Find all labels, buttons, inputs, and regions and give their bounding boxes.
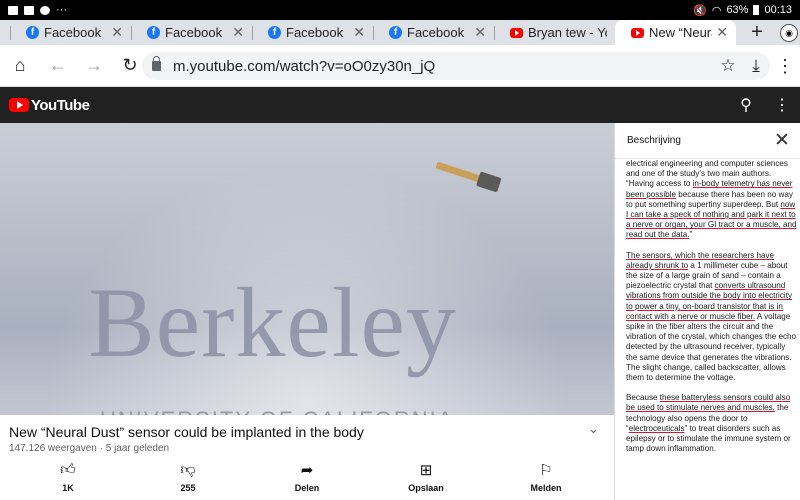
video-overlay-uc: UNIVERSITY OF CALIFORNIA [100, 407, 454, 415]
arrow-left-icon: ← [49, 55, 67, 75]
home-button[interactable]: ⌂ [2, 48, 38, 84]
browser-tab-1[interactable]: f Facebook ✕ [10, 20, 131, 45]
clock: 00:13 [764, 4, 792, 16]
browser-toolbar: ⌂ ← → ↻ m.youtube.com/watch?v=oO0zy30n_j… [0, 45, 800, 87]
mute-icon: 🔇 [693, 4, 707, 17]
battery-icon [753, 5, 760, 15]
reload-icon: ↻ [122, 55, 138, 75]
like-count: 1K [62, 483, 74, 493]
close-icon[interactable]: ✕ [764, 129, 800, 152]
description-heading: Beschrijving [627, 135, 681, 146]
video-title[interactable]: New “Neural Dust” sensor could be implan… [9, 424, 364, 440]
youtube-header: YouTube ⚲ ⋮ [0, 87, 800, 123]
home-icon: ⌂ [14, 55, 26, 75]
description-header: Beschrijving ✕ [615, 123, 800, 159]
thumbs-up-icon: 👍︎ [60, 461, 76, 478]
dislike-button[interactable]: 👎︎ 255 [148, 460, 228, 493]
close-tab-icon[interactable]: ✕ [474, 24, 486, 41]
browser-tab-3[interactable]: f Facebook ✕ [252, 20, 373, 45]
wifi-icon: ◠ [711, 4, 722, 17]
download-icon[interactable]: ⤓ [742, 56, 770, 76]
facebook-icon: f [147, 26, 160, 39]
browser-tab-4[interactable]: f Facebook ✕ [373, 20, 494, 45]
youtube-wordmark: YouTube [31, 96, 90, 114]
youtube-icon [510, 27, 523, 38]
description-text: electrical engineering and computer scie… [626, 159, 798, 464]
text-span: electroceuticals [628, 423, 685, 433]
video-meta: 147.126 weergaven · 5 jaar geleden [9, 443, 170, 454]
youtube-icon [631, 27, 644, 38]
star-icon[interactable]: ☆ [714, 56, 742, 76]
browser-tab-2[interactable]: f Facebook ✕ [131, 20, 252, 45]
save-label: Opslaan [408, 483, 444, 493]
video-info: New “Neural Dust” sensor could be implan… [0, 415, 614, 500]
url-text[interactable]: m.youtube.com/watch?v=oO0zy30n_jQ [173, 58, 714, 75]
share-icon: ➦ [300, 462, 314, 479]
description-paragraph: electrical engineering and computer scie… [626, 159, 798, 241]
tab-title: Facebook [44, 25, 102, 40]
search-icon[interactable]: ⚲ [728, 87, 764, 123]
address-bar[interactable]: m.youtube.com/watch?v=oO0zy30n_jQ ☆ ⤓ [142, 52, 770, 80]
battery-percent: 63% [726, 4, 749, 16]
tab-strip: f Facebook ✕ f Facebook ✕ f Facebook ✕ f… [0, 20, 800, 45]
report-label: Melden [530, 483, 562, 493]
dislike-count: 255 [180, 483, 196, 493]
browser-tab-active[interactable]: New “Neural D ✕ [615, 20, 736, 45]
arrow-right-icon: → [85, 55, 103, 75]
video-overlay-berkeley: Berkeley [88, 267, 457, 378]
save-button[interactable]: ⊞ Opslaan [386, 460, 466, 493]
share-label: Delen [294, 483, 320, 493]
menu-button[interactable]: ⋮ [770, 48, 800, 84]
description-paragraph: The sensors, which the researchers have … [626, 251, 798, 384]
close-tab-icon[interactable]: ✕ [111, 24, 123, 41]
kebab-menu-icon: ⋮ [776, 55, 794, 76]
face-notification-icon [40, 5, 50, 15]
text-span: ” [689, 230, 693, 240]
video-player[interactable]: Berkeley UNIVERSITY OF CALIFORNIA [0, 123, 614, 415]
forward-button[interactable]: → [76, 48, 112, 84]
incognito-icon[interactable]: ◉ [780, 24, 798, 42]
bag-notification-icon [24, 5, 34, 15]
close-tab-icon[interactable]: ✕ [232, 24, 244, 41]
share-button[interactable]: ➦ Delen [267, 460, 347, 493]
close-tab-icon[interactable]: ✕ [353, 24, 365, 41]
tab-title: Bryan tew - Yo [528, 25, 607, 40]
close-tab-icon[interactable]: ✕ [716, 24, 728, 41]
facebook-icon: f [389, 26, 402, 39]
like-button[interactable]: 👍︎ 1K [28, 460, 108, 493]
flag-icon: ⚐ [539, 462, 553, 479]
tab-title: Facebook [286, 25, 344, 40]
add-to-playlist-icon: ⊞ [419, 462, 433, 479]
expand-description-icon[interactable]: ⌄ [588, 421, 599, 437]
description-panel: Beschrijving ✕ electrical engineering an… [614, 123, 800, 500]
facebook-icon: f [26, 26, 39, 39]
image-notification-icon [8, 5, 18, 15]
more-options-icon[interactable]: ⋮ [764, 87, 800, 123]
new-tab-button[interactable]: + [742, 20, 772, 45]
tab-title: Facebook [407, 25, 465, 40]
thumbs-down-icon: 👎︎ [180, 461, 196, 478]
text-span: Because [626, 393, 660, 403]
back-button[interactable]: ← [40, 48, 76, 84]
status-bar: ··· 🔇 ◠ 63% 00:13 [0, 0, 800, 20]
facebook-icon: f [268, 26, 281, 39]
more-notifications-icon: ··· [56, 4, 67, 16]
text-span: A voltage spike in the fiber alters the … [626, 311, 797, 383]
report-button[interactable]: ⚐ Melden [506, 460, 586, 493]
description-paragraph: Because these batteryless sensors could … [626, 393, 798, 454]
youtube-logo[interactable]: YouTube [9, 96, 90, 114]
tab-title: New “Neural D [649, 25, 712, 40]
tab-title: Facebook [165, 25, 223, 40]
youtube-logo-icon [9, 98, 29, 112]
browser-tab-5[interactable]: Bryan tew - Yo [494, 20, 615, 45]
lock-icon[interactable] [152, 56, 161, 71]
